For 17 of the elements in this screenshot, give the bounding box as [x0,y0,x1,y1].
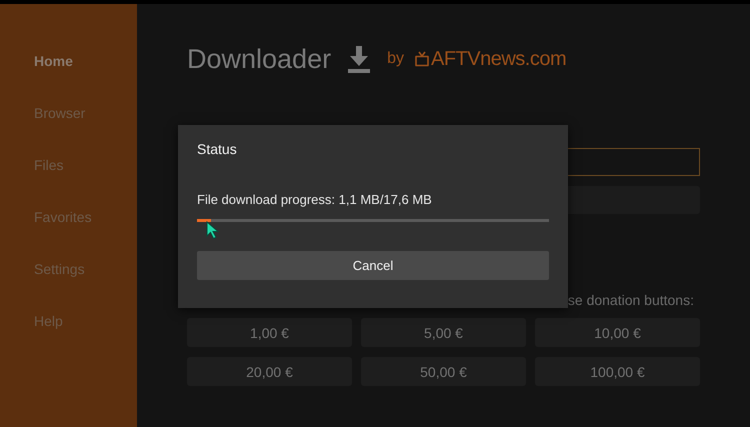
brand-name: AFTVnews.com [431,48,566,70]
cursor-icon [206,221,219,239]
donation-button[interactable]: 50,00 € [361,357,526,386]
donation-button[interactable]: 10,00 € [535,318,700,347]
dialog-title: Status [197,141,238,159]
donation-button[interactable]: 100,00 € [535,357,700,386]
download-icon [347,44,372,74]
cancel-button[interactable]: Cancel [197,251,549,280]
progress-message: File download progress: 1,1 MB/17,6 MB [197,192,433,207]
app-title: Downloader [187,44,332,74]
sidebar-item[interactable]: Home [34,52,137,104]
tv-icon [414,51,430,67]
donation-caption: se donation buttons: [568,292,694,308]
donation-button[interactable]: 20,00 € [187,357,352,386]
donation-button[interactable]: 1,00 € [187,318,352,347]
by-label: by [387,50,404,68]
donation-button[interactable]: 5,00 € [361,318,526,347]
